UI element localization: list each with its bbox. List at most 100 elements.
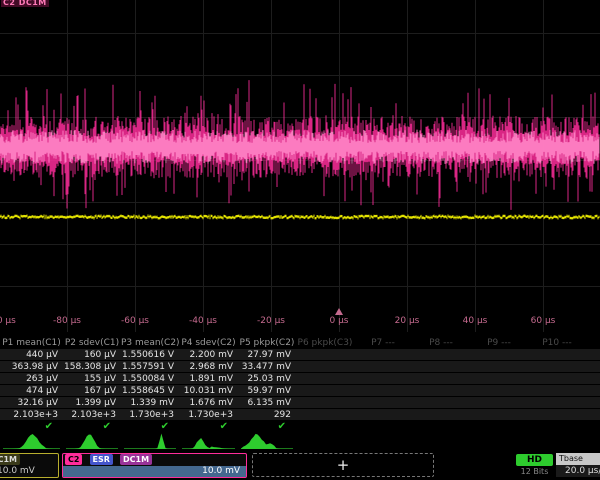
measure-value-cell: 155 µV xyxy=(63,373,121,385)
measure-value-row: 474 µV167 µV1.558645 V10.031 mV59.97 mV xyxy=(0,385,600,397)
time-axis-label: 20 µs xyxy=(395,316,420,326)
measure-header-cell[interactable]: P9 --- xyxy=(470,337,528,349)
timebase-label: Tbase xyxy=(556,453,600,465)
time-axis-label: -40 µs xyxy=(189,316,217,326)
measure-value-cell: 158.308 µV xyxy=(63,361,121,373)
timebase-value: 20.0 µs/div xyxy=(556,465,600,477)
measure-value-cell: 1.730e+3 xyxy=(179,409,238,421)
measurement-table: P1 mean(C1)P2 sdev(C1)P3 mean(C2)P4 sdev… xyxy=(0,337,600,433)
measure-value-cell: 1.550616 V xyxy=(121,349,179,361)
measure-header-cell[interactable]: P10 --- xyxy=(528,337,586,349)
measure-value-row: 440 µV160 µV1.550616 V2.200 mV27.97 mV xyxy=(0,349,600,361)
time-axis-label: -100 µs xyxy=(0,316,16,326)
measure-value-cell: 440 µV xyxy=(0,349,63,361)
measure-header-cell[interactable]: P1 mean(C1) xyxy=(0,337,63,349)
measure-value-cell: 292 xyxy=(238,409,296,421)
measure-value-cell: 2.103e+3 xyxy=(0,409,63,421)
c1-trace[interactable] xyxy=(0,215,599,220)
time-axis-label: -60 µs xyxy=(121,316,149,326)
measure-value-row: 363.98 µV158.308 µV1.557591 V2.968 mV33.… xyxy=(0,361,600,373)
time-axis-label: -80 µs xyxy=(53,316,81,326)
measure-header-cell[interactable]: P2 sdev(C1) xyxy=(63,337,121,349)
bottom-status-bar: C1 DC1M 10.0 mV C2 ESR DC1M 10.0 mV + HD… xyxy=(0,452,600,480)
trigger-position-marker[interactable] xyxy=(335,308,343,315)
measure-status-check: ✔ xyxy=(63,421,121,433)
timebase-summary-box[interactable]: Tbase 20.0 µs/div xyxy=(556,453,600,478)
measure-value-cell: 59.97 mV xyxy=(238,385,296,397)
measure-header-cell[interactable]: P3 mean(C2) xyxy=(121,337,179,349)
measure-value-cell: 263 µV xyxy=(0,373,63,385)
histicon-shape xyxy=(241,434,293,449)
histicon-shape xyxy=(3,434,60,449)
measure-value-cell: 1.399 µV xyxy=(63,397,121,409)
histicon-2[interactable] xyxy=(66,433,118,450)
measure-status-row: ✔✔✔✔✔ xyxy=(0,421,600,433)
c2-descriptor-top: C2 ESR DC1M xyxy=(63,454,246,466)
histicon-baseline xyxy=(241,448,293,449)
measure-header-cell[interactable]: P7 --- xyxy=(354,337,412,349)
c2-coupling-badge: DC1M xyxy=(120,454,152,465)
measure-status-check: ✔ xyxy=(179,421,238,433)
measure-value-cell: 10.031 mV xyxy=(179,385,238,397)
trace-corner-label: C2 DC1M xyxy=(1,0,49,7)
measure-header-cell[interactable]: P6 pkpk(C3) xyxy=(296,337,354,349)
add-trace-button[interactable]: + xyxy=(252,453,434,477)
hd-mode-badge[interactable]: HD xyxy=(516,454,553,466)
measure-value-row: 2.103e+32.103e+31.730e+31.730e+3292 xyxy=(0,409,600,421)
measure-value-cell: 2.968 mV xyxy=(179,361,238,373)
c1-vdiv-value: 10.0 mV xyxy=(0,466,58,477)
c1-descriptor-top: C1 DC1M xyxy=(0,454,58,466)
histicon-shape xyxy=(124,434,176,450)
measure-value-cell: 1.730e+3 xyxy=(121,409,179,421)
measure-header-cell[interactable]: P8 --- xyxy=(412,337,470,349)
measure-status-check: ✔ xyxy=(121,421,179,433)
histicon-1[interactable] xyxy=(3,433,60,450)
measure-value-cell: 1.339 mV xyxy=(121,397,179,409)
oscilloscope-screen: C2 DC1M -100 µs -80 µs -60 µs -40 µs -20 µs 0… xyxy=(0,0,600,480)
time-axis-label: -20 µs xyxy=(257,316,285,326)
histicon-5[interactable] xyxy=(241,433,293,450)
channel-c2-descriptor[interactable]: C2 ESR DC1M 10.0 mV xyxy=(62,453,247,478)
measure-value-cell: 474 µV xyxy=(0,385,63,397)
waveform-grid[interactable]: C2 DC1M -100 µs -80 µs -60 µs -40 µs -20 µs 0… xyxy=(0,0,600,332)
histicon-strip xyxy=(0,433,600,451)
channel-c1-descriptor[interactable]: C1 DC1M 10.0 mV xyxy=(0,453,59,478)
histicon-baseline xyxy=(124,448,176,449)
measure-value-cell: 160 µV xyxy=(63,349,121,361)
histicon-baseline xyxy=(182,448,235,449)
measure-value-cell: 1.891 mV xyxy=(179,373,238,385)
measure-status-check: ✔ xyxy=(238,421,296,433)
measure-value-cell: 2.103e+3 xyxy=(63,409,121,421)
measure-header-cell[interactable]: P11 xyxy=(586,337,600,349)
measure-value-cell: 2.200 mV xyxy=(179,349,238,361)
measure-value-cell: 33.477 mV xyxy=(238,361,296,373)
measure-value-cell: 1.557591 V xyxy=(121,361,179,373)
histicon-baseline xyxy=(66,448,118,449)
c2-vdiv-value: 10.0 mV xyxy=(63,466,246,477)
measure-value-cell: 27.97 mV xyxy=(238,349,296,361)
histicon-shape xyxy=(182,438,235,449)
measure-value-cell: 25.03 mV xyxy=(238,373,296,385)
measure-status-check: ✔ xyxy=(0,421,63,433)
measure-value-cell: 1.676 mV xyxy=(179,397,238,409)
hd-bits-label: 12 Bits xyxy=(516,467,553,476)
time-axis-label: 60 µs xyxy=(531,316,556,326)
histicon-4[interactable] xyxy=(182,433,235,450)
c1-coupling-badge: DC1M xyxy=(0,454,20,465)
measure-value-cell: 1.558645 V xyxy=(121,385,179,397)
time-axis-label: 0 µs xyxy=(329,316,348,326)
histicon-shape xyxy=(66,435,118,450)
histicon-3[interactable] xyxy=(124,433,176,450)
waveform-canvas xyxy=(0,0,600,332)
measure-value-cell: 167 µV xyxy=(63,385,121,397)
c2-esr-badge: ESR xyxy=(90,454,113,465)
measure-value-row: 32.16 µV1.399 µV1.339 mV1.676 mV6.135 mV xyxy=(0,397,600,409)
measure-header-row: P1 mean(C1)P2 sdev(C1)P3 mean(C2)P4 sdev… xyxy=(0,337,600,349)
measure-header-cell[interactable]: P5 pkpk(C2) xyxy=(238,337,296,349)
measure-header-cell[interactable]: P4 sdev(C2) xyxy=(179,337,238,349)
measure-value-row: 263 µV155 µV1.550084 V1.891 mV25.03 mV xyxy=(0,373,600,385)
measure-value-cell: 6.135 mV xyxy=(238,397,296,409)
measure-value-cell: 1.550084 V xyxy=(121,373,179,385)
c2-label: C2 xyxy=(65,454,82,465)
measure-value-cell: 32.16 µV xyxy=(0,397,63,409)
